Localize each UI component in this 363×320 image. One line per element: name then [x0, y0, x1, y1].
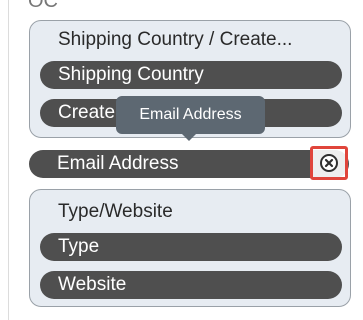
- cut-off-heading: ОС: [28, 0, 58, 12]
- close-circle-icon: [320, 154, 338, 172]
- panel-divider: [8, 0, 9, 320]
- group-title: Type/Website: [58, 201, 173, 222]
- field-pill-shipping-country[interactable]: Shipping Country: [40, 61, 342, 89]
- remove-field-button[interactable]: [310, 146, 348, 180]
- field-group-type-website[interactable]: Type/Website Type Website: [29, 189, 351, 307]
- group-title: Shipping Country / Create...: [58, 29, 293, 50]
- tooltip: Email Address: [116, 96, 265, 134]
- field-layout-panel: ОС Shipping Country / Create... Shipping…: [0, 0, 363, 320]
- field-pill-email-address[interactable]: Email Address: [29, 150, 349, 178]
- field-pill-type[interactable]: Type: [40, 233, 342, 261]
- field-pill-website[interactable]: Website: [40, 271, 342, 299]
- tooltip-arrow: [182, 134, 196, 141]
